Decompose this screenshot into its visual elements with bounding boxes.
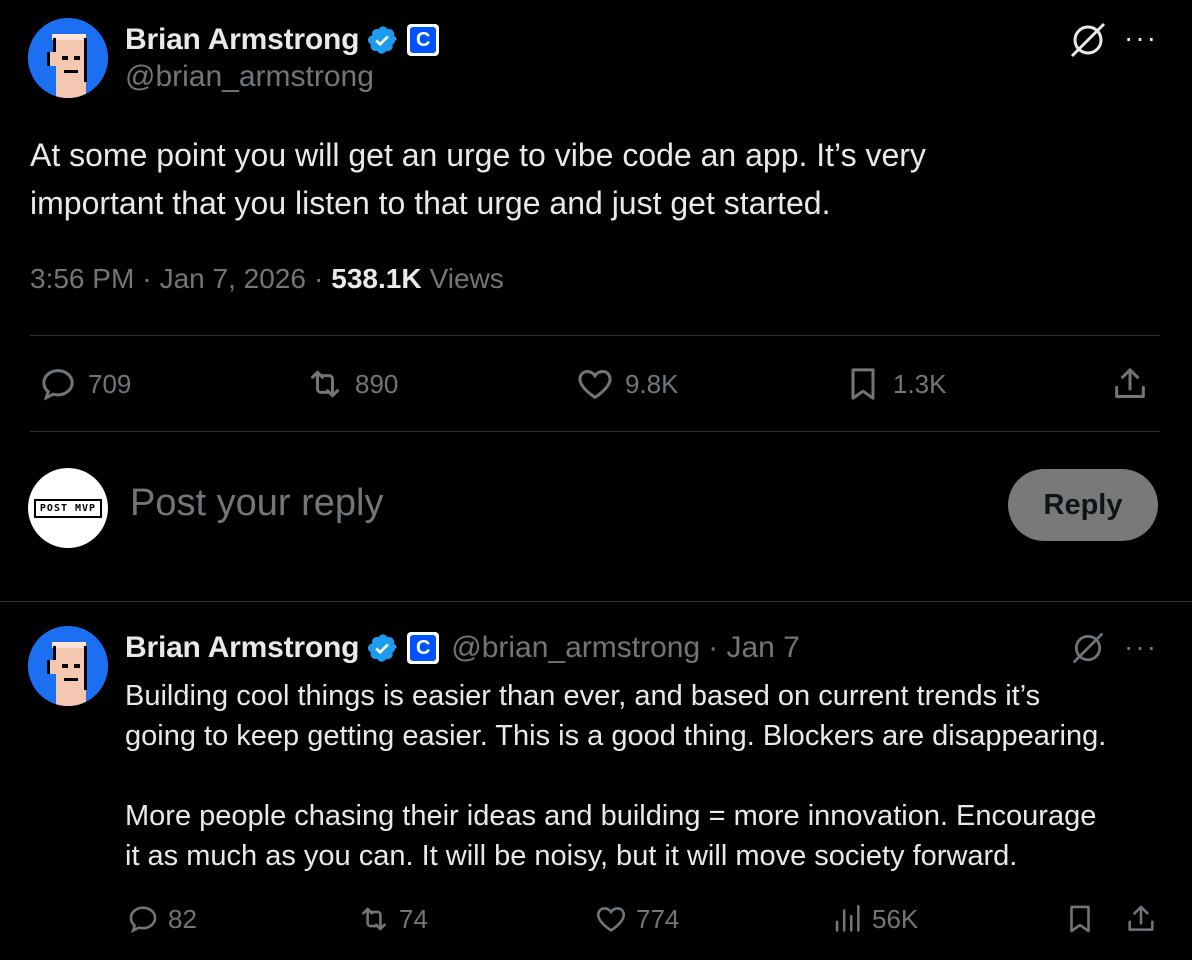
reply-action[interactable]: 82: [126, 902, 197, 936]
bookmark-count: 1.3K: [893, 368, 947, 399]
divider: [0, 601, 1192, 602]
reply-text-line: Building cool things is easier than ever…: [125, 680, 1041, 712]
reply-count: 709: [88, 368, 132, 399]
repost-icon: [311, 370, 339, 398]
reply-text: Building cool things is easier than ever…: [125, 676, 1175, 876]
post-mvp-logo: POST MVP: [33, 498, 103, 518]
bookmark-icon: [851, 368, 875, 400]
share-icon: [1115, 368, 1145, 398]
views-label: Views: [429, 263, 504, 294]
heart-icon: [596, 907, 626, 932]
coinbase-affiliate-badge[interactable]: C: [407, 632, 440, 664]
divider: [30, 335, 1160, 336]
repost-count: 74: [399, 903, 428, 934]
repost-action[interactable]: 890: [305, 364, 398, 404]
tweet-meta: 3:56 PM · Jan 7, 2026 · 538.1K Views: [30, 263, 504, 295]
views-count: 538.1K: [331, 263, 422, 294]
meta-separator: ·: [142, 263, 152, 294]
reply-author-name[interactable]: Brian Armstrong: [125, 631, 359, 665]
reply-action[interactable]: 709: [38, 364, 131, 404]
verified-badge-icon: [368, 634, 397, 662]
share-action[interactable]: [1124, 902, 1158, 936]
tweet-text-line: important that you listen to that urge a…: [30, 185, 831, 221]
reply-icon: [129, 906, 157, 934]
reply-author-handle[interactable]: @brian_armstrong: [451, 631, 700, 665]
meta-separator: ·: [313, 263, 324, 294]
verified-badge-icon: [368, 26, 397, 54]
tweet-time[interactable]: 3:56 PM: [30, 263, 134, 295]
reply-author-avatar[interactable]: [28, 626, 108, 706]
more-options-icon[interactable]: ···: [1124, 22, 1158, 54]
coinbase-logo-icon: C: [410, 27, 437, 53]
reply-text-line: it as much as you can. It will be noisy,…: [125, 840, 1018, 872]
bookmark-action[interactable]: 1.3K: [843, 364, 947, 404]
bookmark-icon: [1070, 905, 1090, 933]
share-icon: [1128, 905, 1154, 931]
pixel-face-avatar-icon: [28, 626, 108, 706]
reply-text-line: going to keep getting easier. This is a …: [125, 720, 1107, 752]
reply-text-line: More people chasing their ideas and buil…: [125, 800, 1097, 832]
author-name[interactable]: Brian Armstrong: [125, 23, 359, 57]
like-action[interactable]: 774: [594, 902, 679, 936]
author-name-row: Brian Armstrong C: [125, 20, 440, 60]
like-count: 9.8K: [625, 368, 679, 399]
tweet-text-line: At some point you will get an urge to vi…: [30, 137, 926, 173]
reply-button[interactable]: Reply: [1008, 469, 1158, 541]
tweet-date[interactable]: Jan 7, 2026: [160, 263, 306, 295]
grok-icon[interactable]: [1068, 20, 1108, 60]
like-count: 774: [636, 903, 680, 934]
repost-count: 890: [355, 368, 399, 399]
repost-icon: [362, 907, 386, 931]
reply-author-row: Brian Armstrong C @brian_armstrong · Jan…: [125, 628, 800, 668]
reply-icon: [42, 369, 74, 401]
tweet-text: At some point you will get an urge to vi…: [30, 131, 1170, 227]
analytics-icon: [835, 904, 860, 932]
coinbase-affiliate-badge[interactable]: C: [407, 24, 440, 56]
reply-input[interactable]: Post your reply: [130, 482, 383, 525]
reply-date[interactable]: · Jan 7: [708, 631, 800, 665]
pixel-face-avatar-icon: [28, 18, 108, 98]
like-action[interactable]: 9.8K: [575, 364, 679, 404]
share-action[interactable]: [1110, 364, 1150, 404]
more-options-icon[interactable]: ···: [1124, 631, 1158, 663]
author-avatar[interactable]: [28, 18, 108, 98]
coinbase-logo-icon: C: [410, 635, 437, 661]
heart-icon: [578, 369, 612, 400]
divider: [30, 431, 1160, 432]
views-count: 56K: [872, 903, 919, 934]
bookmark-action[interactable]: [1063, 902, 1097, 936]
current-user-avatar[interactable]: POST MVP: [28, 468, 108, 548]
repost-action[interactable]: 74: [357, 902, 428, 936]
views-action[interactable]: 56K: [830, 902, 918, 936]
author-handle[interactable]: @brian_armstrong: [125, 60, 374, 94]
reply-count: 82: [168, 903, 197, 934]
grok-icon[interactable]: [1070, 630, 1106, 666]
